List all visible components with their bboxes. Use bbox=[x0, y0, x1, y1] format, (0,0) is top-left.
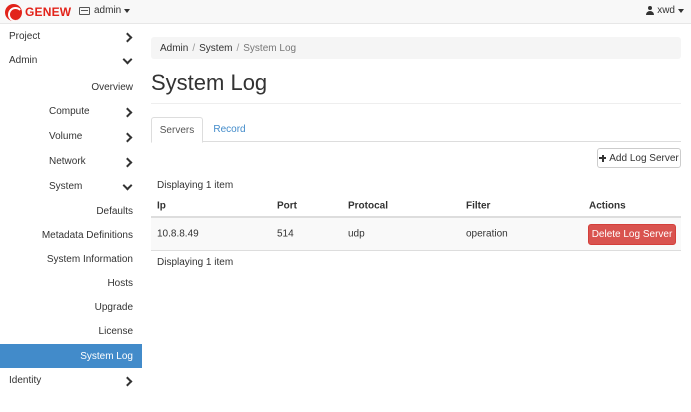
sidebar-item-metadata-definitions[interactable]: Metadata Definitions bbox=[0, 223, 142, 247]
sidebar-item-license[interactable]: License bbox=[0, 319, 142, 343]
user-icon bbox=[646, 6, 655, 15]
sidebar-item-system-log[interactable]: System Log bbox=[0, 344, 142, 368]
delete-log-server-button[interactable]: Delete Log Server bbox=[588, 224, 676, 245]
sidebar-item-label: Overview bbox=[91, 81, 133, 93]
user-dropdown-label: xwd bbox=[657, 5, 675, 16]
add-log-server-button[interactable]: Add Log Server bbox=[597, 148, 681, 168]
breadcrumb-separator: / bbox=[236, 42, 240, 54]
column-header-actions: Actions bbox=[589, 200, 626, 212]
sidebar-item-compute[interactable]: Compute bbox=[0, 99, 142, 123]
sidebar-item-hosts[interactable]: Hosts bbox=[0, 271, 142, 295]
caret-down-icon bbox=[678, 8, 684, 13]
sidebar: Project Admin Overview Compute Volume Ne… bbox=[0, 24, 142, 412]
sidebar-item-project[interactable]: Project bbox=[0, 24, 142, 48]
sidebar-item-identity[interactable]: Identity bbox=[0, 368, 142, 392]
cell-ip: 10.8.8.49 bbox=[157, 228, 199, 240]
breadcrumb-separator: / bbox=[192, 42, 196, 54]
user-dropdown[interactable]: xwd bbox=[646, 5, 684, 16]
sidebar-item-label: Hosts bbox=[107, 277, 133, 289]
chevron-right-icon bbox=[122, 32, 132, 42]
sidebar-item-label: Compute bbox=[49, 105, 90, 117]
sidebar-item-label: System Information bbox=[46, 253, 133, 265]
sidebar-item-label: System Log bbox=[80, 350, 133, 362]
plus-icon bbox=[599, 154, 607, 162]
sidebar-item-label: Volume bbox=[49, 130, 83, 142]
breadcrumb: Admin / System / System Log bbox=[151, 37, 681, 59]
sidebar-item-label: System bbox=[49, 180, 83, 192]
sidebar-item-network[interactable]: Network bbox=[0, 149, 142, 173]
sidebar-item-label: Identity bbox=[9, 374, 42, 386]
chevron-right-icon bbox=[122, 376, 132, 386]
breadcrumb-item-system[interactable]: System bbox=[199, 43, 232, 54]
sidebar-item-upgrade[interactable]: Upgrade bbox=[0, 295, 142, 319]
sidebar-item-defaults[interactable]: Defaults bbox=[0, 199, 142, 223]
title-divider bbox=[151, 103, 681, 104]
chevron-down-icon bbox=[122, 56, 132, 66]
sidebar-item-system[interactable]: System bbox=[0, 174, 142, 198]
sidebar-item-label: Project bbox=[9, 30, 41, 42]
table-row: 10.8.8.49 514 udp operation Delete Log S… bbox=[151, 218, 681, 251]
project-icon bbox=[79, 6, 90, 15]
breadcrumb-item-admin[interactable]: Admin bbox=[160, 43, 188, 54]
item-count-top: Displaying 1 item bbox=[157, 180, 234, 191]
sidebar-item-overview[interactable]: Overview bbox=[0, 75, 142, 99]
column-header-ip: Ip bbox=[157, 200, 166, 212]
sidebar-item-label: Metadata Definitions bbox=[41, 229, 133, 241]
project-dropdown[interactable]: admin bbox=[79, 5, 131, 16]
cell-protocol: udp bbox=[348, 228, 365, 240]
brand-name: GENEW bbox=[25, 5, 72, 19]
column-header-protocol: Protocal bbox=[348, 200, 389, 212]
sidebar-item-label: Network bbox=[49, 155, 86, 167]
add-log-server-label: Add Log Server bbox=[609, 152, 679, 164]
tab-bar: Servers Record bbox=[151, 117, 681, 143]
cell-filter: operation bbox=[466, 228, 508, 240]
sidebar-item-label: Upgrade bbox=[94, 301, 133, 313]
sidebar-item-label: License bbox=[98, 325, 133, 337]
sidebar-item-label: Defaults bbox=[96, 205, 133, 217]
project-dropdown-label: admin bbox=[94, 5, 122, 16]
top-navbar: GENEW admin xwd bbox=[0, 0, 691, 24]
chevron-down-icon bbox=[122, 182, 132, 192]
chevron-right-icon bbox=[122, 157, 132, 167]
caret-down-icon bbox=[124, 8, 131, 13]
chevron-right-icon bbox=[122, 132, 132, 142]
tab-record[interactable]: Record bbox=[203, 117, 256, 142]
sidebar-item-admin[interactable]: Admin bbox=[0, 48, 142, 72]
cell-port: 514 bbox=[277, 228, 294, 240]
breadcrumb-item-current: System Log bbox=[243, 42, 297, 54]
column-header-port: Port bbox=[277, 200, 297, 212]
tab-servers[interactable]: Servers bbox=[151, 117, 203, 143]
page-title: System Log bbox=[151, 70, 268, 95]
brand-logo-icon bbox=[5, 3, 22, 21]
sidebar-item-system-information[interactable]: System Information bbox=[0, 247, 142, 271]
brand-logo[interactable]: GENEW bbox=[5, 2, 71, 22]
item-count-bottom: Displaying 1 item bbox=[157, 257, 234, 268]
log-server-table: Ip Port Protocal Filter Actions 10.8.8.4… bbox=[151, 196, 681, 251]
sidebar-item-label: Admin bbox=[9, 54, 38, 66]
table-header: Ip Port Protocal Filter Actions bbox=[151, 196, 681, 218]
column-header-filter: Filter bbox=[466, 200, 491, 212]
sidebar-item-volume[interactable]: Volume bbox=[0, 124, 142, 148]
chevron-right-icon bbox=[122, 107, 132, 117]
